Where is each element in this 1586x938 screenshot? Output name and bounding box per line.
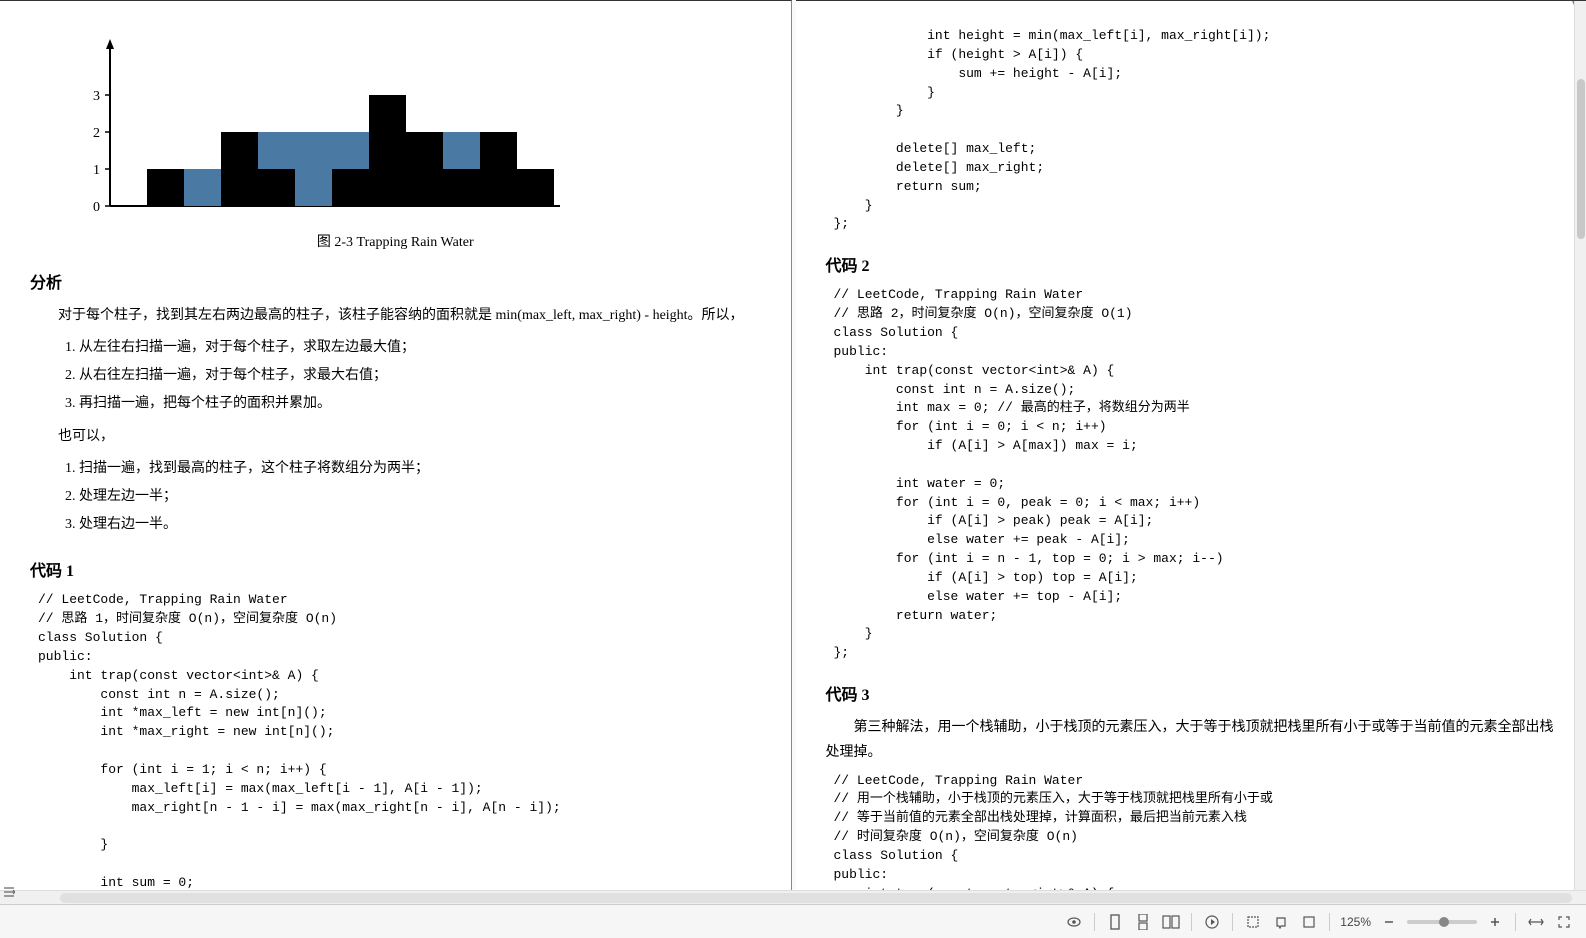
marquee-icon[interactable] [1296,910,1322,934]
code-block-3: // LeetCode, Trapping Rain Water // 用一个栈… [834,772,1557,890]
code-block-1: // LeetCode, Trapping Rain Water // 思路 1… [38,591,761,890]
also-paragraph: 也可以， [30,424,761,449]
step-item: 再扫描一遍，把每个柱子的面积并累加。 [79,390,761,418]
step-item: 从左往右扫描一遍，对于每个柱子，求取左边最大值； [79,334,761,362]
fit-page-icon[interactable] [1551,910,1577,934]
step-item: 处理右边一半。 [79,511,761,539]
step-item: 从右往左扫描一遍，对于每个柱子，求最大右值； [79,362,761,390]
figure-caption: 图 2-3 Trapping Rain Water [30,231,761,251]
zoom-level: 125% [1340,915,1371,929]
step-item: 扫描一遍，找到最高的柱子，这个柱子将数组分为两半； [79,455,761,483]
heading-code1: 代码 1 [30,557,761,581]
horizontal-scrollbar[interactable] [0,890,1586,904]
heading-analysis: 分析 [30,269,761,293]
trapping-rain-water-chart: 0 1 2 3 [80,31,560,221]
crop-icon[interactable] [1240,910,1266,934]
play-icon[interactable] [1199,910,1225,934]
svg-text:2: 2 [93,126,100,141]
heading-code2: 代码 2 [826,252,1557,276]
page-single-icon[interactable] [1102,910,1128,934]
fit-width-icon[interactable] [1523,910,1549,934]
step-item: 处理左边一半； [79,483,761,511]
heading-code3: 代码 3 [826,681,1557,705]
svg-text:0: 0 [93,200,100,215]
page-right: int height = min(max_left[i], max_right[… [796,0,1586,890]
vertical-scrollbar[interactable] [1574,0,1586,890]
page-continuous-icon[interactable] [1130,910,1156,934]
page-facing-icon[interactable] [1158,910,1184,934]
svg-text:1: 1 [93,163,100,178]
page-left: 0 1 2 3 图 2-3 Trapping Rain Water 分析 对于每个柱子… [0,0,792,890]
select-icon[interactable] [1268,910,1294,934]
zoom-slider[interactable] [1407,920,1477,924]
steps-list-2: 扫描一遍，找到最高的柱子，这个柱子将数组分为两半；处理左边一半；处理右边一半。 [58,455,761,539]
code-block-1-continued: int height = min(max_left[i], max_right[… [834,27,1557,234]
code3-intro-paragraph: 第三种解法，用一个栈辅助，小于栈顶的元素压入，大于等于栈顶就把栈里所有小于或等于… [826,715,1557,765]
code-block-2: // LeetCode, Trapping Rain Water // 思路 2… [834,286,1557,663]
sidebar-toggle-button[interactable] [0,880,18,904]
zoom-in-button[interactable] [1482,910,1508,934]
bottom-toolbar: 125% [0,904,1586,938]
steps-list-1: 从左往右扫描一遍，对于每个柱子，求取左边最大值；从右往左扫描一遍，对于每个柱子，… [58,334,761,418]
analysis-paragraph: 对于每个柱子，找到其左右两边最高的柱子，该柱子能容纳的面积就是 min(max_… [30,303,761,328]
zoom-out-button[interactable] [1376,910,1402,934]
eye-icon[interactable] [1061,910,1087,934]
svg-text:3: 3 [93,89,100,104]
